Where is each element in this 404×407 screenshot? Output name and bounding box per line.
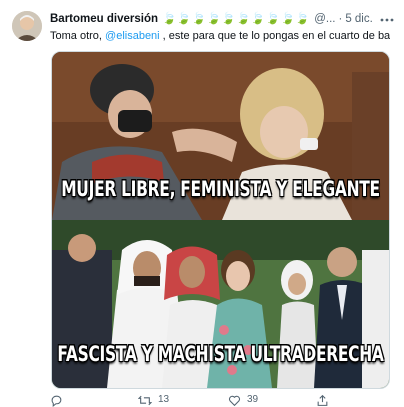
tweet-header: Bartomeu diversión 🍃🍃🍃🍃🍃🍃🍃🍃🍃🍃 @... · 5 dic. [50,10,396,28]
meme-bottom-caption: FASCISTA Y MACHISTA ULTRADERECHA [57,341,384,367]
tweet-text: Toma otro, @elisabeni , este para que te… [50,28,390,44]
tweet-text-start: Toma otro, [50,30,106,42]
author-emojis: 🍃🍃🍃🍃🍃🍃🍃🍃🍃🍃 [162,13,311,25]
avatar[interactable] [12,11,42,41]
ellipsis-icon[interactable] [378,10,396,26]
tweet-date[interactable]: 5 dic. [345,13,373,25]
tweet-text-end: , este para que te lo pongas en el cuart… [159,30,390,42]
meme-top-caption: MUJER LIBRE, FEMINISTA Y ELEGANTE [61,176,380,202]
author-handle[interactable]: @... [314,13,335,25]
tweet-media-image[interactable]: MUJER LIBRE, FEMINISTA Y ELEGANTE FASCIS… [51,51,390,389]
mention-link[interactable]: @elisabeni [105,30,160,42]
separator-dot: · [338,13,343,25]
like-count: 39 [247,394,259,405]
retweet-count: 13 [158,394,170,405]
tweet-card[interactable]: Bartomeu diversión 🍃🍃🍃🍃🍃🍃🍃🍃🍃🍃 @... · 5 dic. … [0,0,404,407]
author-name[interactable]: Bartomeu diversión [50,13,158,25]
avatar-image [12,11,42,41]
